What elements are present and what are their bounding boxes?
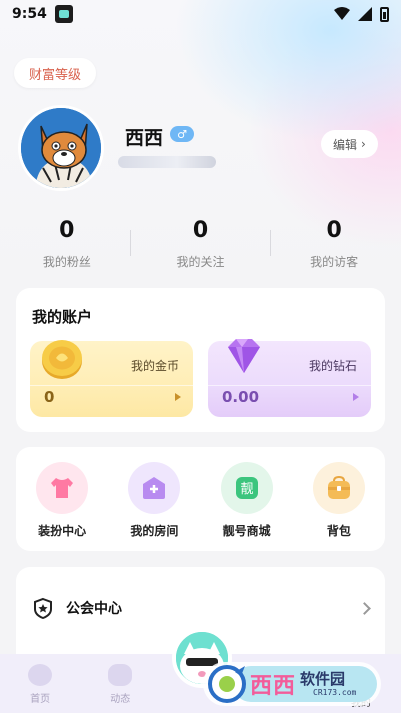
edit-profile-button[interactable]: 编辑 ›: [321, 130, 378, 158]
feature-label: 我的房间: [130, 524, 179, 538]
feature-pretty-number-shop[interactable]: 靓 靓号商城: [201, 447, 293, 551]
stat-fans[interactable]: 0 我的粉丝: [0, 212, 134, 282]
feature-my-room[interactable]: 我的房间: [108, 447, 200, 551]
tab-label: 动态: [110, 694, 131, 705]
chevron-right-icon: ›: [361, 137, 366, 151]
stat-label: 我的粉丝: [42, 255, 91, 269]
watermark-sub: 软件园: [300, 670, 346, 688]
wifi-icon: [334, 7, 350, 20]
gold-value: 0: [44, 388, 55, 406]
feature-label: 背包: [326, 524, 351, 538]
diamond-icon: [228, 339, 260, 373]
notification-app-icon: [54, 5, 73, 23]
stat-following[interactable]: 0 我的关注: [134, 212, 268, 282]
stat-visitors[interactable]: 0 我的访客: [267, 212, 401, 282]
stat-label: 我的访客: [310, 255, 359, 269]
battery-icon: [380, 6, 389, 22]
arrow-right-icon: [353, 393, 359, 401]
guild-label: 公会中心: [66, 601, 122, 617]
pretty-number-icon: 靓: [220, 462, 273, 514]
stat-label: 我的关注: [176, 255, 225, 269]
stat-value: 0: [192, 218, 209, 243]
gold-wallet-card[interactable]: 我的金币 0: [30, 340, 193, 417]
watermark-text: 西西: [250, 674, 297, 699]
shield-star-icon: [34, 597, 52, 619]
tab-moments[interactable]: 动态: [80, 654, 160, 713]
diamond-label: 我的钻石: [308, 359, 357, 373]
diamond-value: 0.00: [222, 388, 260, 406]
feature-label: 靓号商城: [222, 524, 271, 538]
diamond-wallet-card[interactable]: 我的钻石 0.00: [208, 339, 371, 417]
divider: [270, 230, 271, 256]
tab-label: 首页: [30, 694, 51, 705]
shirt-icon: [36, 462, 89, 514]
features-card: 装扮中心 我的房间 靓 靓号商城 背包: [16, 447, 385, 551]
status-icons: [334, 6, 389, 22]
stats-row: 0 我的粉丝 0 我的关注 0 我的访客: [0, 212, 401, 282]
divider: [130, 230, 131, 256]
status-time: 9:54: [12, 6, 47, 22]
arrow-right-icon: [175, 393, 181, 401]
chevron-right-icon: [358, 601, 371, 615]
watermark-logo-icon: [208, 665, 246, 703]
account-title: 我的账户: [32, 308, 93, 326]
feature-label: 装扮中心: [38, 524, 87, 538]
backpack-icon: [312, 462, 365, 514]
stat-value: 0: [326, 218, 342, 243]
home-icon: [28, 664, 53, 686]
gold-coin-icon: [42, 340, 82, 379]
avatar[interactable]: [18, 105, 104, 191]
divider: [30, 385, 193, 386]
status-bar: 9:54: [0, 0, 401, 28]
guild-center-row[interactable]: 公会中心: [32, 595, 371, 621]
wealth-level-button[interactable]: 财富等级: [14, 58, 97, 88]
divider: [208, 385, 371, 386]
gold-label: 我的金币: [130, 359, 179, 373]
stat-value: 0: [59, 218, 75, 243]
account-card: 我的账户 我的金币 0 我的钻石 0.00: [16, 288, 385, 432]
user-id-blurred: [118, 156, 216, 168]
moments-icon: [108, 664, 133, 686]
tab-home[interactable]: 首页: [0, 654, 80, 713]
feature-backpack[interactable]: 背包: [293, 447, 385, 551]
feature-dressup[interactable]: 装扮中心: [16, 447, 108, 551]
signal-icon: [358, 7, 372, 21]
watermark-url: CR173.com: [313, 688, 357, 697]
gender-male-icon: ♂: [170, 126, 194, 142]
profile-name: 西西: [125, 127, 164, 149]
svg-text:靓: 靓: [240, 482, 253, 497]
room-icon: [128, 462, 181, 514]
edit-label: 编辑: [333, 137, 358, 152]
